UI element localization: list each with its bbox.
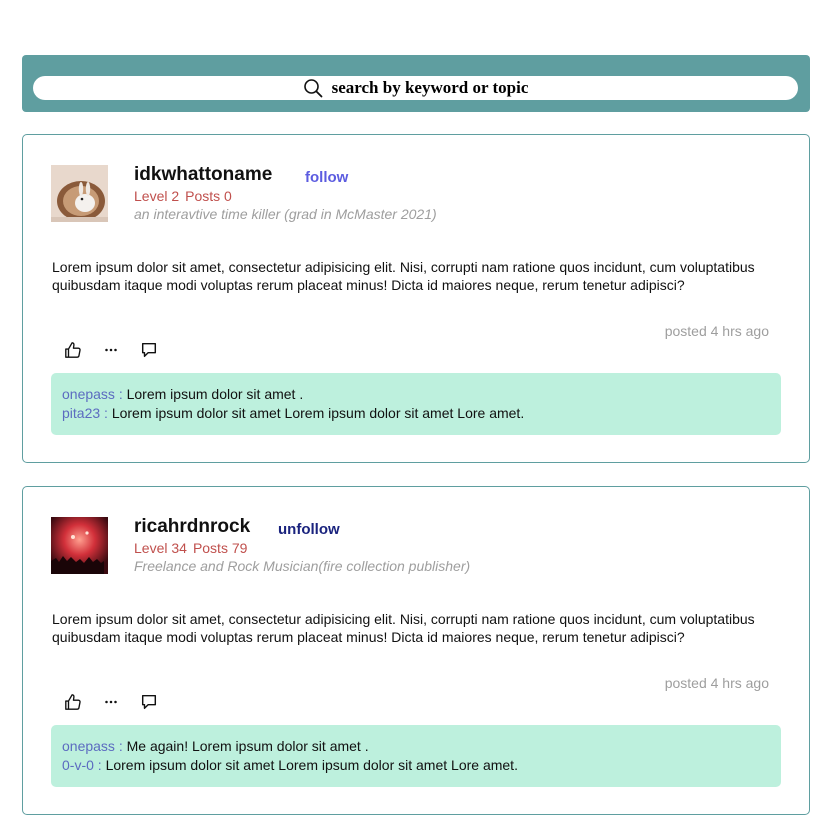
post-actions <box>63 340 177 360</box>
search-icon <box>303 79 323 98</box>
more-button[interactable] <box>101 692 121 712</box>
follow-button[interactable]: follow <box>305 169 348 186</box>
post-card: idkwhattoname follow Level 2 Posts 0 an i… <box>22 134 810 463</box>
comment-icon <box>141 342 157 358</box>
user-level: Level 34 <box>134 540 187 556</box>
more-icon <box>105 348 117 352</box>
post-body: Lorem ipsum dolor sit amet, consectetur … <box>52 611 755 645</box>
comment-item: onepass : Lorem ipsum dolor sit amet . <box>62 385 770 404</box>
user-post-count: Posts 0 <box>185 188 232 204</box>
user-post-count: Posts 79 <box>192 540 248 556</box>
comment-button[interactable] <box>139 692 159 712</box>
comment-text: Lorem ipsum dolor sit amet . <box>122 386 304 402</box>
comment-item: onepass : Me again! Lorem ipsum dolor si… <box>62 737 770 756</box>
search-placeholder: search by keyword or topic <box>331 78 529 97</box>
avatar[interactable] <box>51 165 108 222</box>
search-bar: search by keyword or topic <box>22 55 810 112</box>
username[interactable]: ricahrdnrock <box>134 516 250 538</box>
like-button[interactable] <box>63 340 83 360</box>
comment-icon <box>141 694 157 710</box>
comment-text: Lorem ipsum dolor sit amet Lorem ipsum d… <box>101 757 518 773</box>
more-button[interactable] <box>101 340 121 360</box>
avatar[interactable] <box>51 517 108 574</box>
post-actions <box>63 692 177 712</box>
user-bio: an interavtive time killer (grad in McMa… <box>134 206 437 222</box>
comment-username[interactable]: onepass : <box>62 738 123 754</box>
concert-avatar-image <box>51 517 108 574</box>
comment-username[interactable]: pita23 : <box>62 405 108 421</box>
comment-button[interactable] <box>139 340 159 360</box>
comment-username[interactable]: 0-v-0 : <box>62 757 102 773</box>
comment-list: onepass : Me again! Lorem ipsum dolor si… <box>51 725 781 787</box>
user-stats: Level 2 Posts 0 <box>134 188 238 204</box>
comment-text: Me again! Lorem ipsum dolor sit amet . <box>122 738 369 754</box>
comment-text: Lorem ipsum dolor sit amet Lorem ipsum d… <box>107 405 525 421</box>
username[interactable]: idkwhattoname <box>134 164 272 186</box>
user-level: Level 2 <box>134 188 180 204</box>
comment-list: onepass : Lorem ipsum dolor sit amet . p… <box>51 373 781 435</box>
more-icon <box>105 700 117 704</box>
post-body: Lorem ipsum dolor sit amet, consectetur … <box>52 259 755 293</box>
like-icon <box>65 694 81 710</box>
comment-item: pita23 : Lorem ipsum dolor sit amet Lore… <box>62 404 770 423</box>
like-button[interactable] <box>63 692 83 712</box>
search-input[interactable]: search by keyword or topic <box>33 76 798 100</box>
post-timestamp: posted 4 hrs ago <box>664 675 769 691</box>
user-bio: Freelance and Rock Musician(fire collect… <box>134 558 471 574</box>
post-timestamp: posted 4 hrs ago <box>664 323 769 339</box>
comment-item: 0-v-0 : Lorem ipsum dolor sit amet Lorem… <box>62 756 770 775</box>
post-card: ricahrdnrock unfollow Level 34 Posts 79 F… <box>22 486 810 815</box>
comment-username[interactable]: onepass : <box>62 386 123 402</box>
unfollow-button[interactable]: unfollow <box>278 521 340 538</box>
user-stats: Level 34 Posts 79 <box>134 540 253 556</box>
rabbit-avatar-image <box>51 165 108 222</box>
like-icon <box>65 342 81 358</box>
